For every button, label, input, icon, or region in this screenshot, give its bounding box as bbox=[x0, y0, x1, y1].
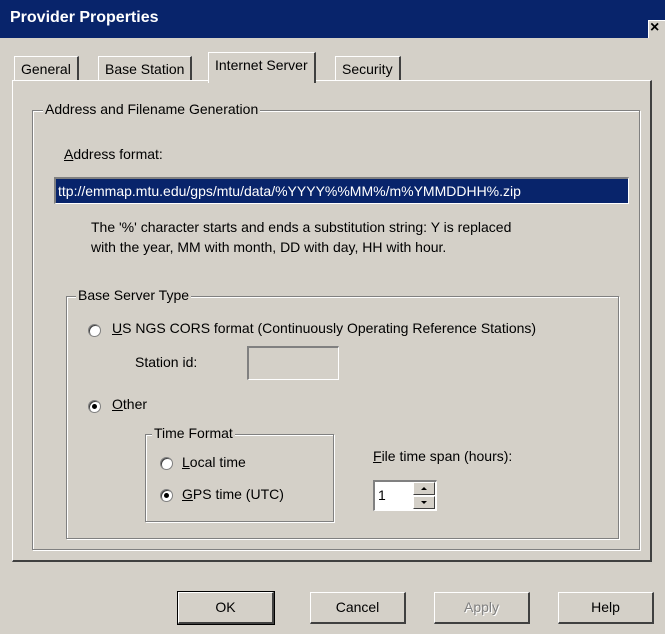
substitution-help-line2: with the year, MM with month, DD with da… bbox=[91, 239, 447, 255]
address-format-value: ttp://emmap.mtu.edu/gps/mtu/data/%YYYY%%… bbox=[58, 183, 521, 199]
address-format-label-rest: ddress format: bbox=[73, 146, 163, 162]
address-group-title: Address and Filename Generation bbox=[43, 101, 261, 117]
gps-time-radio-dot bbox=[164, 493, 169, 498]
tab-base-station[interactable]: Base Station bbox=[98, 56, 193, 81]
help-button[interactable]: Help bbox=[558, 592, 654, 624]
tab-security-label: Security bbox=[342, 61, 393, 77]
arrow-down-icon bbox=[421, 501, 427, 504]
gps-time-radio[interactable] bbox=[160, 489, 173, 502]
time-format-title: Time Format bbox=[152, 425, 235, 441]
tab-base-station-label: Base Station bbox=[105, 61, 185, 77]
cancel-button-label: Cancel bbox=[335, 599, 380, 615]
base-server-type-title: Base Server Type bbox=[76, 287, 192, 303]
time-format-group: Time Format bbox=[145, 425, 334, 522]
ok-button-label: OK bbox=[215, 599, 236, 615]
address-format-label: Address format: bbox=[64, 146, 163, 162]
other-label: Other bbox=[112, 396, 148, 412]
file-time-span-label: File time span (hours): bbox=[373, 448, 513, 464]
gps-time-label: GPS time (UTC) bbox=[182, 486, 284, 502]
help-button-label: Help bbox=[591, 599, 620, 615]
cancel-button[interactable]: Cancel bbox=[310, 592, 406, 624]
ok-button[interactable]: OK bbox=[177, 591, 275, 625]
file-time-span-value: 1 bbox=[378, 487, 386, 503]
other-label-rest: ther bbox=[122, 396, 148, 412]
close-icon: × bbox=[650, 19, 660, 36]
gps-time-label-rest: PS time (UTC) bbox=[192, 486, 284, 502]
tab-general[interactable]: General bbox=[14, 56, 79, 81]
arrow-up-icon bbox=[421, 487, 427, 490]
apply-button[interactable]: Apply bbox=[434, 592, 530, 624]
tab-general-label: General bbox=[21, 61, 71, 77]
station-id-label: Station id: bbox=[135, 354, 198, 370]
tab-security[interactable]: Security bbox=[335, 56, 401, 81]
spinner-up-button[interactable] bbox=[413, 482, 435, 495]
cors-format-label-rest: S NGS CORS format (Continuously Operatin… bbox=[122, 320, 537, 336]
title-bar[interactable]: Provider Properties × bbox=[0, 0, 665, 38]
other-radio-dot bbox=[92, 404, 97, 409]
tab-internet-server-label: Internet Server bbox=[215, 57, 308, 73]
local-time-label-rest: ocal time bbox=[189, 454, 246, 470]
cors-format-radio[interactable] bbox=[88, 324, 101, 337]
window-title: Provider Properties bbox=[10, 9, 159, 26]
tab-internet-server[interactable]: Internet Server bbox=[208, 52, 316, 83]
file-time-span-label-rest: ile time span (hours): bbox=[381, 448, 513, 464]
substitution-help-line1: The '%' character starts and ends a subs… bbox=[91, 219, 512, 235]
apply-button-label: Apply bbox=[463, 599, 500, 615]
spinner-down-button[interactable] bbox=[413, 496, 435, 509]
cors-format-label: US NGS CORS format (Continuously Operati… bbox=[112, 320, 537, 336]
close-button[interactable]: × bbox=[648, 19, 665, 38]
local-time-label: Local time bbox=[182, 454, 246, 470]
station-id-input[interactable] bbox=[247, 346, 339, 380]
file-time-span-spinner[interactable]: 1 bbox=[373, 480, 437, 511]
other-radio[interactable] bbox=[88, 400, 101, 413]
provider-properties-dialog: Provider Properties × General Base Stati… bbox=[0, 0, 665, 634]
address-format-input[interactable]: ttp://emmap.mtu.edu/gps/mtu/data/%YYYY%%… bbox=[54, 177, 629, 204]
local-time-radio[interactable] bbox=[160, 457, 173, 470]
